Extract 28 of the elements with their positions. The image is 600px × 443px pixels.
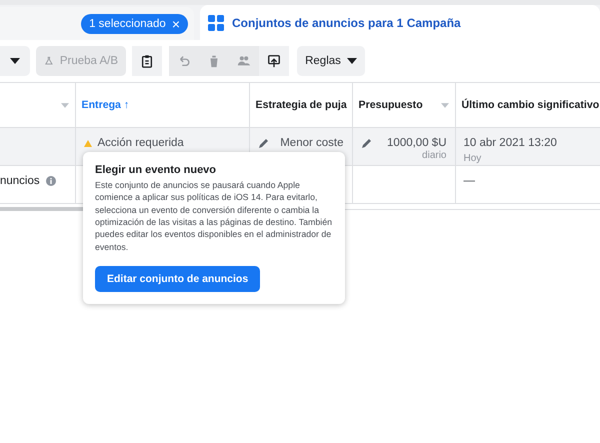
popover-text: Este conjunto de anuncios se pausará cuando Apple comience a aplicar sus políticas de iOS 14. Para evitarlo, selecciona un evento de conversión diferente o cambia la optimización de las visitas a las páginas de destino. También puedes editar los eventos disponibles en el administrador de eventos.	[95, 179, 333, 253]
table-cell: Acción requerida	[98, 137, 184, 149]
table-cell: 10 abr 2021 13:20	[464, 137, 557, 149]
caret-icon	[346, 58, 357, 64]
caret-icon[interactable]	[60, 102, 68, 108]
table-cell: nuncios	[0, 175, 40, 187]
clipboard-icon	[140, 52, 154, 68]
pencil-icon[interactable]	[258, 137, 270, 149]
table-cell: diario	[422, 150, 446, 161]
pencil-icon[interactable]	[360, 137, 372, 149]
selection-chip[interactable]: 1 seleccionado ×	[81, 14, 188, 34]
table-cell: Menor coste	[280, 137, 344, 149]
table-cell: —	[464, 175, 475, 187]
caret-icon[interactable]	[440, 102, 448, 108]
edit-ad-set-button[interactable]: Editar conjunto de anuncios	[95, 266, 260, 292]
clipboard-button[interactable]	[132, 46, 162, 76]
close-icon[interactable]: ×	[172, 18, 180, 30]
rules-button[interactable]: Reglas	[297, 46, 365, 76]
table-cell: 1000,00 $U	[387, 137, 446, 149]
caret-icon	[10, 58, 20, 64]
scrollbar[interactable]	[0, 207, 83, 211]
table-cell: Hoy	[464, 153, 482, 164]
popover-title: Elegir un evento nuevo	[95, 164, 218, 176]
tab[interactable]: Conjuntos de anuncios para 1 Campaña	[200, 5, 600, 40]
tab-label: Conjuntos de anuncios para 1 Campaña	[232, 16, 461, 30]
column-header[interactable]: Presupuesto	[358, 99, 423, 111]
column-header[interactable]: Entrega ↑	[82, 99, 130, 111]
grid-icon	[208, 14, 224, 30]
